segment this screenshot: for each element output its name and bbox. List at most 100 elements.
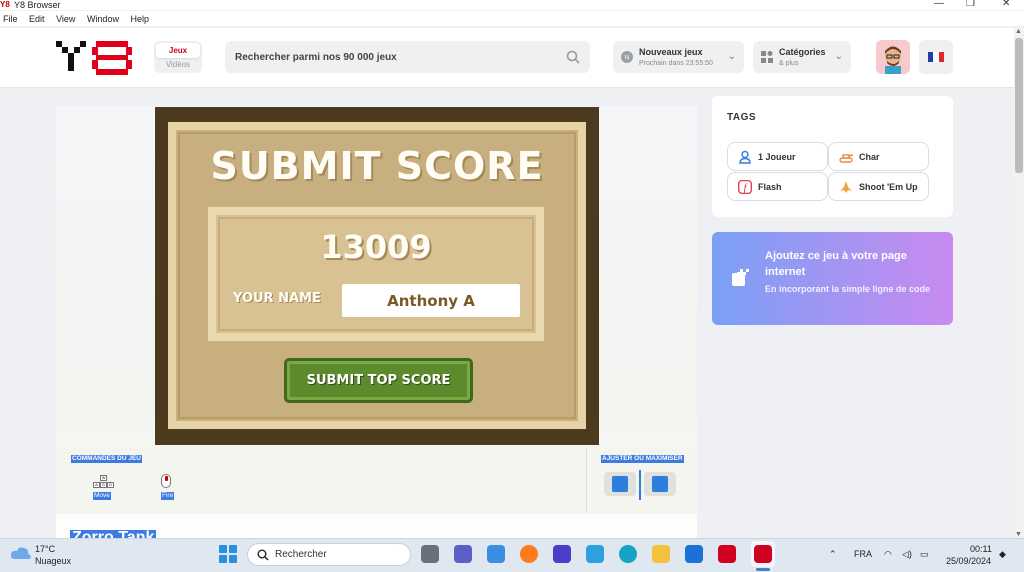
- app-logo: Y8: [0, 0, 10, 9]
- flash-icon: f: [738, 180, 752, 194]
- clock-time[interactable]: 00:11: [970, 544, 992, 554]
- new-badge-icon: N: [621, 51, 633, 63]
- scroll-thumb[interactable]: [1015, 38, 1023, 173]
- tray-overflow-icon[interactable]: ⌃: [829, 549, 837, 560]
- tags-title: TAGS: [727, 112, 757, 123]
- notification-icon[interactable]: ◆: [999, 549, 1006, 560]
- categories-title: Catégories: [779, 47, 826, 57]
- start-button[interactable]: [219, 545, 237, 563]
- new-games-subtitle: Prochain dans 23:55:50: [639, 60, 713, 67]
- maximize-icon[interactable]: ❐: [966, 0, 975, 9]
- menu-window[interactable]: Window: [87, 14, 119, 24]
- weather-desc: Nuageux: [35, 556, 72, 566]
- teams-icon[interactable]: [454, 545, 472, 563]
- svg-text:N: N: [625, 56, 629, 62]
- taskbar-search[interactable]: Rechercher: [247, 543, 411, 566]
- scroll-down-icon[interactable]: ▼: [1015, 531, 1022, 538]
- user-avatar[interactable]: [876, 40, 910, 74]
- cloud-icon[interactable]: [10, 545, 32, 561]
- window-title: Y8 Browser: [14, 0, 61, 10]
- menu-bar: File Edit View Window Help: [0, 11, 1024, 27]
- resize-icon: [612, 476, 628, 492]
- tag-label: Shoot 'Em Up: [859, 182, 918, 192]
- maximize-game-button[interactable]: [644, 472, 676, 496]
- control-fire-label: Fire: [161, 492, 175, 500]
- wasd-keys-icon: W A S D: [93, 475, 115, 489]
- user-icon: [739, 150, 751, 164]
- tlc-app-icon[interactable]: [718, 545, 736, 563]
- tag-shoot-em-up[interactable]: Shoot 'Em Up: [828, 172, 929, 201]
- categories-subtitle: & plus: [779, 60, 799, 67]
- minimize-icon[interactable]: —: [934, 0, 944, 9]
- clock-date[interactable]: 25/09/2024: [946, 556, 991, 566]
- resize-button[interactable]: [604, 472, 636, 496]
- file-explorer-icon[interactable]: [652, 545, 670, 563]
- site-header: Jeux Vidéos N Nouveaux jeux Prochain dan…: [0, 28, 1014, 88]
- mouse-icon: [161, 474, 171, 488]
- search-icon[interactable]: [566, 50, 580, 64]
- categories-dropdown[interactable]: Catégories & plus ⌄: [753, 41, 851, 73]
- tag-label: Char: [859, 152, 880, 162]
- mojo-app-icon[interactable]: [586, 545, 604, 563]
- wifi-icon[interactable]: ◠: [884, 549, 892, 560]
- score-value: 13009: [320, 228, 432, 266]
- categories-icon: [761, 51, 773, 63]
- control-move-label: Move: [93, 492, 111, 500]
- submit-top-score-button[interactable]: SUBMIT TOP SCORE: [284, 358, 473, 403]
- new-games-title: Nouveaux jeux: [639, 47, 703, 57]
- chevron-down-icon: ⌄: [727, 51, 736, 62]
- tag-flash[interactable]: f Flash: [727, 172, 828, 201]
- task-view-icon[interactable]: [421, 545, 439, 563]
- add-widget-icon: [732, 269, 749, 286]
- close-icon[interactable]: ✕: [1002, 0, 1010, 9]
- embed-subtitle: En incorporant la simple ligne de code: [765, 284, 931, 294]
- svg-text:f: f: [744, 183, 748, 194]
- submit-score-title: SUBMIT SCORE: [210, 144, 544, 188]
- tag-char[interactable]: Char: [828, 142, 929, 171]
- scroll-up-icon[interactable]: ▲: [1015, 28, 1022, 35]
- tag-label: 1 Joueur: [758, 152, 796, 162]
- window-titlebar: Y8 Y8 Browser — ❐ ✕: [0, 0, 1024, 10]
- tag-label: Flash: [758, 182, 782, 192]
- page-scrollbar[interactable]: ▲ ▼: [1014, 28, 1024, 538]
- tank-icon: [839, 154, 853, 163]
- content-tabs: Jeux Vidéos: [154, 41, 202, 73]
- search-input[interactable]: [235, 41, 555, 73]
- your-name-label: YOUR NAME: [233, 291, 321, 306]
- media-player-icon[interactable]: [553, 545, 571, 563]
- search-icon: [257, 549, 269, 561]
- menu-edit[interactable]: Edit: [29, 14, 45, 24]
- tag-1-joueur[interactable]: 1 Joueur: [727, 142, 828, 171]
- edge-icon[interactable]: [619, 545, 637, 563]
- weather-temp: 17°C: [35, 544, 56, 554]
- language-selector[interactable]: [919, 40, 953, 74]
- tab-games[interactable]: Jeux: [156, 43, 200, 58]
- battery-icon[interactable]: ▭: [920, 549, 929, 560]
- store-icon[interactable]: [487, 545, 505, 563]
- controls-heading: COMMANDES DU JEU: [71, 455, 142, 463]
- fr-flag-icon: [928, 52, 944, 62]
- tab-videos[interactable]: Vidéos: [156, 59, 200, 71]
- firefox-icon[interactable]: [520, 545, 538, 563]
- resize-divider: [639, 470, 641, 500]
- y8-browser-taskbar-button[interactable]: [751, 541, 775, 567]
- taskbar-search-label: Rechercher: [275, 549, 327, 560]
- menu-help[interactable]: Help: [130, 14, 149, 24]
- embed-title: Ajoutez ce jeu à votre page internet: [765, 250, 907, 278]
- resize-heading: AJUSTER OU MAXIMISER: [601, 455, 684, 463]
- menu-file[interactable]: File: [3, 14, 18, 24]
- game-title: Zorro Tank: [70, 530, 157, 538]
- y8-app-icon: [754, 545, 772, 563]
- chevron-down-icon: ⌄: [834, 51, 843, 62]
- active-indicator: [756, 568, 770, 571]
- y8-logo[interactable]: [56, 41, 132, 75]
- volume-icon[interactable]: ◁): [902, 549, 912, 560]
- player-name-input[interactable]: [342, 284, 520, 317]
- language-indicator[interactable]: FRA: [854, 549, 872, 559]
- menu-view[interactable]: View: [56, 14, 75, 24]
- rocket-icon: [840, 181, 852, 193]
- new-games-dropdown[interactable]: N Nouveaux jeux Prochain dans 23:55:50 ⌄: [613, 41, 744, 73]
- submit-top-score-label: SUBMIT TOP SCORE: [306, 373, 451, 388]
- mail-icon[interactable]: [685, 545, 703, 563]
- avatar-icon: [876, 40, 910, 74]
